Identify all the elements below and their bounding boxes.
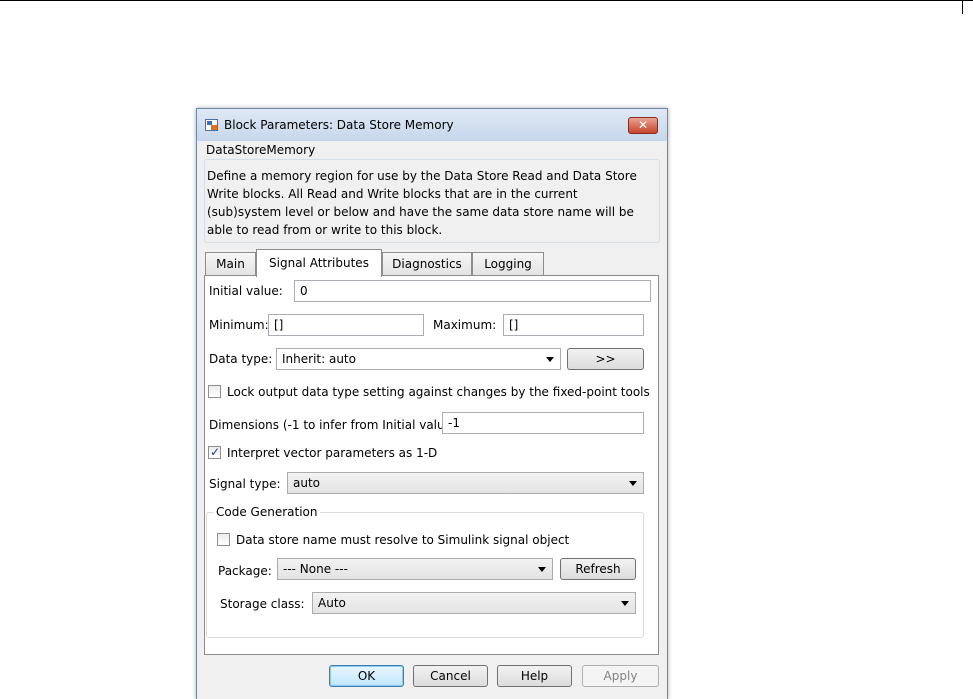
resolve-signal-object-checkbox[interactable]: [217, 533, 230, 546]
close-button[interactable]: ✕: [628, 117, 658, 134]
lock-output-label: Lock output data type setting against ch…: [227, 385, 650, 399]
data-type-assistant-button[interactable]: >>: [567, 348, 644, 370]
dialog-title: Block Parameters: Data Store Memory: [224, 118, 454, 132]
lock-output-checkbox[interactable]: [208, 385, 221, 398]
initial-value-label: Initial value:: [209, 284, 283, 298]
chevron-down-icon: [546, 357, 554, 362]
interpret-vector-label: Interpret vector parameters as 1-D: [227, 446, 438, 460]
apply-button[interactable]: Apply: [582, 665, 659, 687]
chevron-down-icon: [629, 481, 637, 486]
storage-class-value: Auto: [318, 596, 346, 610]
data-type-value: Inherit: auto: [282, 352, 356, 366]
package-value: --- None ---: [283, 562, 348, 576]
tab-label: Logging: [484, 257, 532, 271]
chevron-down-icon: [538, 567, 546, 572]
tab-label: Main: [216, 257, 245, 271]
signal-type-label: Signal type:: [209, 477, 281, 491]
maximum-field[interactable]: []: [503, 314, 644, 336]
ok-button[interactable]: OK: [329, 665, 404, 687]
title-bar[interactable]: Block Parameters: Data Store Memory ✕: [197, 109, 667, 141]
help-button[interactable]: Help: [497, 665, 572, 687]
signal-type-dropdown[interactable]: auto: [287, 472, 644, 494]
simulink-block-icon: [205, 119, 218, 131]
dimensions-label: Dimensions (-1 to infer from Initial val…: [209, 418, 461, 432]
minimum-label: Minimum:: [209, 318, 269, 332]
minimum-field[interactable]: []: [268, 314, 424, 336]
cancel-button[interactable]: Cancel: [413, 665, 488, 687]
block-description: Define a memory region for use by the Da…: [207, 169, 637, 237]
tab-label: Diagnostics: [392, 257, 462, 271]
tab-diagnostics[interactable]: Diagnostics: [382, 252, 472, 276]
tab-main[interactable]: Main: [205, 252, 256, 276]
tab-label: Signal Attributes: [269, 256, 369, 270]
data-type-label: Data type:: [209, 352, 273, 366]
storage-class-dropdown[interactable]: Auto: [312, 592, 636, 614]
signal-type-value: auto: [293, 476, 321, 490]
tab-logging[interactable]: Logging: [472, 252, 544, 276]
dimensions-field[interactable]: -1: [442, 412, 644, 434]
tab-signal-attributes[interactable]: Signal Attributes: [256, 249, 382, 277]
block-type-name: DataStoreMemory: [204, 143, 318, 157]
top-border-line: [0, 0, 973, 1]
refresh-button[interactable]: Refresh: [560, 558, 636, 580]
resolve-signal-object-label: Data store name must resolve to Simulink…: [236, 533, 570, 547]
code-generation-title: Code Generation: [213, 505, 321, 519]
close-icon: ✕: [637, 118, 649, 132]
package-label: Package:: [218, 564, 272, 578]
checkmark-icon: ✓: [210, 445, 221, 459]
package-dropdown[interactable]: --- None ---: [277, 558, 553, 580]
top-border-tick: [962, 0, 963, 14]
chevron-down-icon: [621, 601, 629, 606]
storage-class-label: Storage class:: [220, 597, 305, 611]
interpret-vector-checkbox[interactable]: ✓: [208, 445, 221, 459]
block-parameters-dialog: Block Parameters: Data Store Memory ✕ Da…: [196, 108, 668, 699]
maximum-label: Maximum:: [433, 318, 497, 332]
initial-value-field[interactable]: 0: [294, 280, 651, 302]
data-type-dropdown[interactable]: Inherit: auto: [276, 348, 561, 370]
